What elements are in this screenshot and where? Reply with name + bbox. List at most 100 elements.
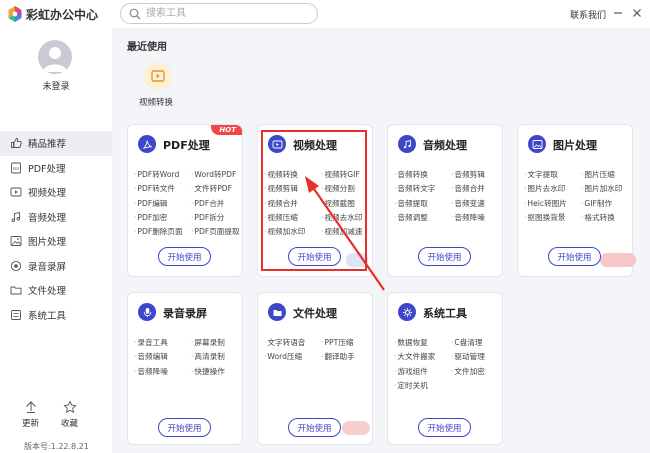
system-card-icon xyxy=(398,303,416,321)
sidebar-item-image[interactable]: 图片处理 xyxy=(0,229,112,254)
start-button[interactable]: 开始使用 xyxy=(158,418,211,437)
tool-link[interactable]: 图片加水印 xyxy=(581,183,632,194)
music-icon xyxy=(11,211,21,222)
tool-link[interactable]: 音频降噪 xyxy=(134,366,191,377)
card-image: 图片处理 文字提取 图片压缩 图片去水印 图片加水印 Heic转图片 GIF制作… xyxy=(517,124,636,277)
tool-link[interactable]: 音频编辑 xyxy=(134,351,191,362)
tool-link[interactable]: 音频转文字 xyxy=(394,183,451,194)
update-label: 更新 xyxy=(22,419,40,429)
record-icon xyxy=(10,260,22,271)
hot-badge: HOT xyxy=(211,125,242,135)
title-bar: 彩虹办公中心 联系我们 xyxy=(0,0,650,28)
search-box[interactable] xyxy=(120,3,318,24)
tool-link[interactable]: 文字转语音 xyxy=(264,337,321,348)
card-system: 系统工具 数据恢复 C盘清理 大文件搬家 驱动管理 游戏组件 文件加密 定时关机… xyxy=(387,292,503,445)
recent-section-title: 最近使用 xyxy=(127,42,167,53)
tool-link[interactable]: 抠图换背景 xyxy=(524,212,581,223)
start-button[interactable]: 开始使用 xyxy=(158,247,211,266)
tool-link[interactable]: 定时关机 xyxy=(394,380,451,391)
search-input[interactable] xyxy=(146,6,306,21)
sidebar-item-system[interactable]: 系统工具 xyxy=(0,303,112,328)
sidebar-item-label: 音频处理 xyxy=(28,212,67,224)
tool-link[interactable]: 快捷操作 xyxy=(191,366,242,377)
app-title: 彩虹办公中心 xyxy=(26,8,99,22)
video-icon xyxy=(10,187,22,197)
avatar[interactable] xyxy=(38,40,72,74)
start-button[interactable]: 开始使用 xyxy=(548,247,601,266)
tool-link[interactable]: Heic转图片 xyxy=(524,198,581,209)
sidebar-item-recommended[interactable]: 精品推荐 xyxy=(0,131,112,156)
card-title: 录音录屏 xyxy=(163,307,207,320)
close-icon[interactable] xyxy=(628,4,646,22)
tool-link[interactable]: PDF转Word xyxy=(134,169,191,180)
tool-link[interactable]: 音频变速 xyxy=(451,198,502,209)
tool-link[interactable]: 翻译助手 xyxy=(321,351,372,362)
tool-link[interactable]: 音频剪辑 xyxy=(451,169,502,180)
annotation-highlight-box xyxy=(261,130,367,271)
tool-link[interactable]: 文件加密 xyxy=(451,366,502,377)
card-title: PDF处理 xyxy=(163,139,210,152)
start-button[interactable]: 开始使用 xyxy=(418,247,471,266)
user-icon xyxy=(43,47,67,72)
tool-link[interactable]: 录音工具 xyxy=(134,337,191,348)
tool-link[interactable]: Word转PDF xyxy=(191,169,242,180)
tool-link[interactable]: 格式转换 xyxy=(581,212,632,223)
card-title: 文件处理 xyxy=(293,307,337,320)
tool-link[interactable]: 屏幕录制 xyxy=(191,337,242,348)
version-text: 版本号:1.22.8.21 xyxy=(24,442,89,451)
tool-link[interactable]: C盘清理 xyxy=(451,337,502,348)
tool-link[interactable]: Word压缩 xyxy=(264,351,321,362)
scrollbar[interactable] xyxy=(638,28,650,453)
tool-link[interactable]: 图片压缩 xyxy=(581,169,632,180)
tool-link[interactable]: 文字提取 xyxy=(524,169,581,180)
minimize-icon[interactable] xyxy=(609,4,627,22)
card-title: 音频处理 xyxy=(423,139,467,152)
svg-text:PDF: PDF xyxy=(13,167,20,171)
tool-link[interactable]: PDF转文件 xyxy=(134,183,191,194)
favorite-button[interactable]: 收藏 xyxy=(61,400,78,429)
tool-link[interactable]: PDF合并 xyxy=(191,198,242,209)
update-button[interactable]: 更新 xyxy=(22,400,39,429)
tool-link[interactable]: 驱动管理 xyxy=(451,351,502,362)
update-icon xyxy=(25,401,36,413)
tool-link[interactable]: 音频转换 xyxy=(394,169,451,180)
card-title: 系统工具 xyxy=(423,307,467,320)
tool-link[interactable]: PDF页面提取 xyxy=(191,226,242,237)
tool-link[interactable]: 数据恢复 xyxy=(394,337,451,348)
pdf-card-icon xyxy=(138,135,156,153)
tool-link[interactable]: 音频合并 xyxy=(451,183,502,194)
folder-icon xyxy=(10,286,22,295)
star-icon xyxy=(62,400,77,414)
login-status[interactable]: 未登录 xyxy=(0,79,112,92)
audio-card-icon xyxy=(398,135,416,153)
recent-item-video-convert[interactable]: 视频转换 xyxy=(135,62,181,108)
tool-link[interactable]: PDF删除页面 xyxy=(134,226,191,237)
sidebar: 未登录 精品推荐 PDF PDF处理 视频处理 音频处理 图片处理 录音录屏 文… xyxy=(0,28,112,453)
tool-link[interactable]: 高清录制 xyxy=(191,351,242,362)
start-button[interactable]: 开始使用 xyxy=(288,418,341,437)
tool-link[interactable]: GIF制作 xyxy=(581,198,632,209)
tool-link[interactable]: 游戏组件 xyxy=(394,366,451,377)
start-button[interactable]: 开始使用 xyxy=(418,418,471,437)
sidebar-item-file[interactable]: 文件处理 xyxy=(0,278,112,303)
tool-link[interactable]: 图片去水印 xyxy=(524,183,581,194)
tool-link[interactable]: 文件转PDF xyxy=(191,183,242,194)
tool-link[interactable]: PPT压缩 xyxy=(321,337,372,348)
tool-link[interactable]: PDF编辑 xyxy=(134,198,191,209)
sidebar-item-pdf[interactable]: PDF PDF处理 xyxy=(0,156,112,181)
sidebar-item-label: PDF处理 xyxy=(28,163,66,175)
card-title: 图片处理 xyxy=(553,139,597,152)
tool-link[interactable]: 音频降噪 xyxy=(451,212,502,223)
tool-link[interactable]: 音频提取 xyxy=(394,198,451,209)
tool-link[interactable]: 音频调整 xyxy=(394,212,451,223)
tool-link[interactable]: PDF加密 xyxy=(134,212,191,223)
tool-link[interactable]: 大文件搬家 xyxy=(394,351,451,362)
contact-us-link[interactable]: 联系我们 xyxy=(570,8,606,21)
card-file: 文件处理 文字转语音 PPT压缩 Word压缩 翻译助手 开始使用 xyxy=(257,292,373,445)
sidebar-item-record[interactable]: 录音录屏 xyxy=(0,254,112,279)
image-icon xyxy=(10,236,22,246)
decoration-shape xyxy=(600,253,636,267)
sidebar-item-video[interactable]: 视频处理 xyxy=(0,180,112,205)
sidebar-item-audio[interactable]: 音频处理 xyxy=(0,205,112,230)
tool-link[interactable]: PDF拆分 xyxy=(191,212,242,223)
